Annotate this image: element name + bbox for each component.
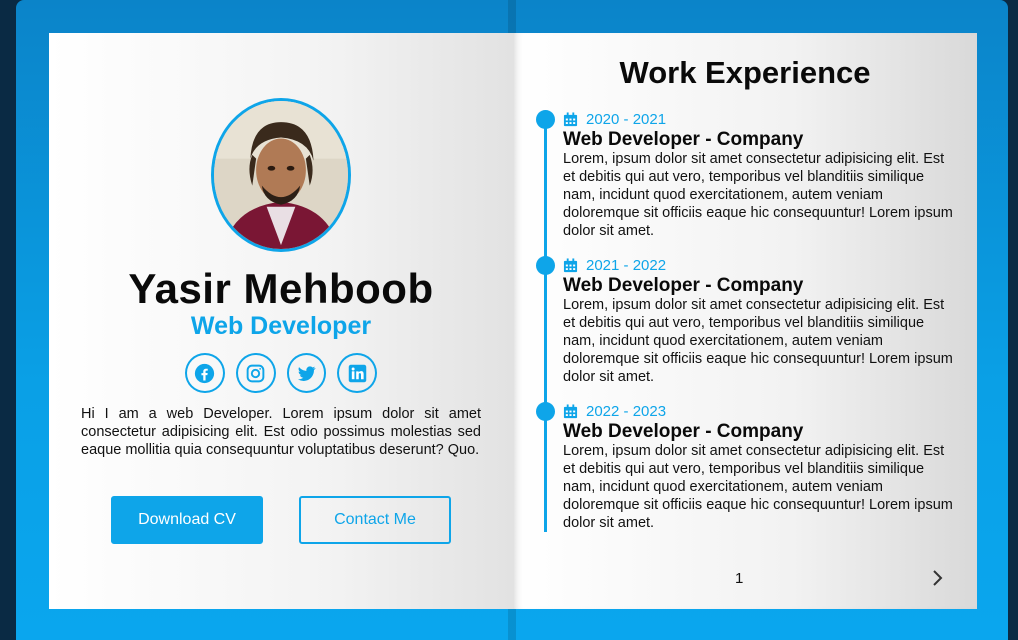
timeline-heading: Web Developer - Company [563, 129, 804, 150]
profile-name: Yasir Mehboob [128, 265, 434, 312]
calendar-icon [563, 111, 578, 126]
profile-role: Web Developer [190, 312, 372, 340]
timeline-date-label: 2022 - 2023 [586, 402, 667, 420]
instagram-link[interactable] [235, 353, 276, 393]
next-page-button[interactable] [929, 567, 947, 589]
linkedin-icon [348, 364, 366, 382]
linkedin-link[interactable] [337, 353, 377, 393]
profile-bio: Hi I am a web Developer. Lorem ipsum dol… [81, 406, 481, 458]
facebook-icon [195, 363, 215, 383]
chevron-right-icon [933, 570, 943, 586]
twitter-icon [297, 365, 316, 381]
timeline-date: 2021 - 2022 [563, 256, 666, 274]
page-number: 1 [735, 570, 744, 587]
timeline-date-label: 2020 - 2021 [586, 110, 667, 128]
timeline-date-label: 2021 - 2022 [586, 256, 667, 274]
contact-me-button[interactable]: Contact Me [299, 496, 451, 544]
avatar [211, 98, 351, 252]
timeline-text: Lorem, ipsum dolor sit amet consectetur … [563, 297, 953, 385]
timeline-dot [536, 110, 555, 129]
facebook-link[interactable] [185, 353, 225, 393]
download-cv-button[interactable]: Download CV [111, 496, 263, 544]
timeline-date: 2022 - 2023 [563, 402, 666, 420]
profile-photo [214, 101, 348, 249]
twitter-link[interactable] [286, 353, 327, 393]
calendar-icon [563, 403, 578, 418]
timeline-dot [536, 256, 555, 275]
experience-title: Work Experience [619, 55, 871, 90]
profile-page: Yasir Mehboob Web Developer Hi I am a we… [49, 33, 513, 609]
timeline-dot [536, 402, 555, 421]
timeline-heading: Web Developer - Company [563, 275, 804, 296]
instagram-icon [246, 364, 265, 382]
social-links [185, 353, 377, 393]
experience-page: Work Experience 2020 - 2021 Web Develope… [513, 33, 977, 609]
timeline-date: 2020 - 2021 [563, 110, 666, 128]
timeline-text: Lorem, ipsum dolor sit amet consectetur … [563, 151, 953, 239]
calendar-icon [563, 257, 578, 272]
timeline-text: Lorem, ipsum dolor sit amet consectetur … [563, 443, 953, 531]
timeline-line [544, 118, 547, 532]
timeline-heading: Web Developer - Company [563, 421, 804, 442]
